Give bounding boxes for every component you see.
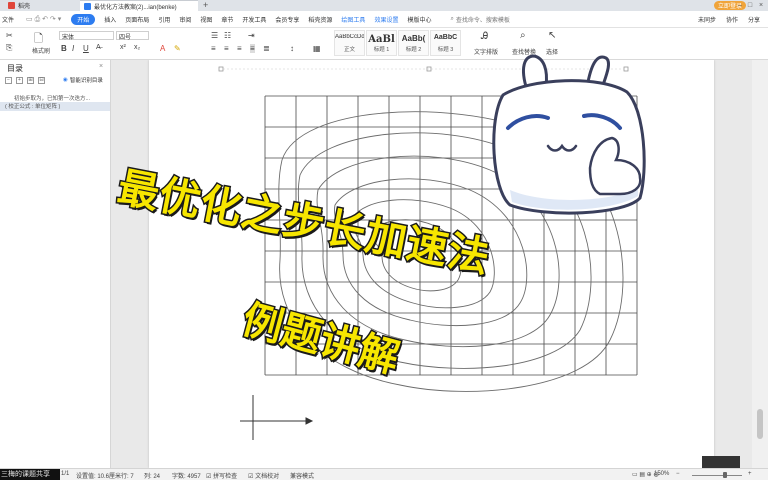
proofread-button[interactable]: ☑ 文档校对	[248, 471, 279, 480]
page-indicator[interactable]: 1/1	[61, 471, 69, 477]
setting-value: 设置值: 10.6厘米	[76, 474, 122, 480]
zoom-in-icon[interactable]: +	[748, 471, 752, 477]
zoom-out-icon[interactable]: −	[676, 471, 680, 477]
compat-mode-label: 兼容模式	[290, 474, 315, 480]
wps-window: 稻壳 最优化方法教案(2)...ian(benke) + 立即登录 – □ × …	[0, 0, 768, 480]
row-indicator: 行: 7	[121, 474, 134, 480]
checkbox-icon: ☑	[248, 474, 254, 480]
col-indicator: 列: 24	[144, 474, 161, 480]
channel-watermark: 三梅的课题共享	[0, 469, 60, 480]
x-axis-arrow	[305, 417, 314, 425]
axes	[240, 395, 314, 440]
word-count[interactable]: 字数: 4957	[172, 471, 201, 480]
zoom-slider-knob[interactable]	[723, 472, 727, 478]
proofread-label: 文档校对	[255, 474, 280, 480]
zoom-level[interactable]: 150%	[654, 471, 669, 477]
spell-check-toggle[interactable]: ☑ 拼写检查	[206, 471, 237, 480]
status-bar: 三梅的课题共享 1/1 设置值: 10.6厘米 行: 7 列: 24 字数: 4…	[0, 468, 768, 480]
checkbox-icon: ☑	[206, 474, 212, 480]
zoom-slider-track[interactable]	[692, 475, 742, 476]
spell-check-label: 拼写检查	[213, 474, 238, 480]
mascot-cartoon	[492, 54, 646, 215]
